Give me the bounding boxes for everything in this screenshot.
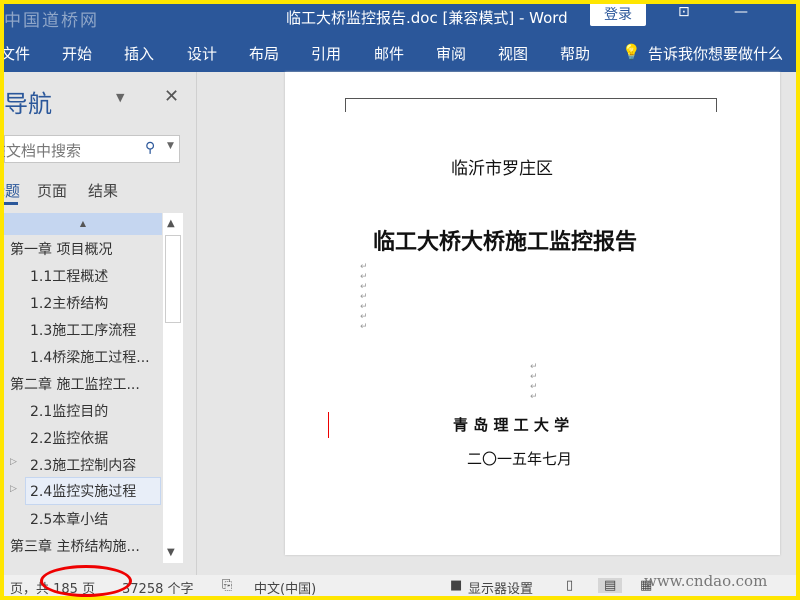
header-line — [345, 98, 717, 99]
document-page[interactable]: 临沂市罗庄区 临工大桥大桥施工监控报告 ↵ ↵ ↵ ↵ ↵ ↵ ↵ ↵ ↵ ↵ ↵ 青 岛 理 工… — [285, 72, 780, 555]
nav-search-input[interactable]: 在文档中搜索 ⚲ ▼ — [4, 135, 180, 163]
word-window: 中国道桥网 临工大桥监控报告.doc [兼容模式] - Word 登录 ⊡ — … — [4, 4, 796, 596]
word-count[interactable]: 37258 个字 — [122, 578, 194, 596]
display-settings-button[interactable]: 显示器设置 — [468, 578, 533, 596]
title-bar: 中国道桥网 临工大桥监控报告.doc [兼容模式] - Word 登录 ⊡ — — [4, 4, 796, 31]
tab-view[interactable]: 视图 — [498, 43, 528, 64]
print-layout-icon[interactable]: ▤ — [598, 578, 623, 593]
tab-headings[interactable]: 标题 — [4, 180, 20, 201]
tree-item[interactable]: 第二章 施工监控工... — [10, 374, 140, 394]
expand-arrow-icon[interactable]: ▷ — [10, 457, 17, 467]
tree-item-selected[interactable]: 2.4监控实施过程 — [25, 477, 161, 505]
tree-item[interactable]: 2.5本章小结 — [30, 509, 108, 529]
scroll-thumb[interactable] — [165, 235, 181, 323]
proofing-icon[interactable]: ⎘ — [222, 578, 232, 593]
tab-help[interactable]: 帮助 — [560, 43, 590, 64]
tab-design[interactable]: 设计 — [187, 43, 217, 64]
chevron-down-icon[interactable]: ▼ — [167, 141, 174, 151]
collapse-icon[interactable]: ▲ — [4, 213, 162, 235]
doc-organization: 青 岛 理 工 大 学 — [453, 416, 570, 434]
minimize-button[interactable]: — — [734, 4, 748, 20]
heading-tree: ▲ 第一章 项目概况 1.1工程概述 1.2主桥结构 1.3施工工序流程 1.4… — [4, 213, 162, 563]
highlight-circle — [40, 565, 132, 597]
tell-me-search[interactable]: 告诉我你想要做什么 — [648, 43, 783, 64]
doc-subtitle: 临沂市罗庄区 — [451, 159, 553, 179]
scroll-down-icon[interactable]: ▼ — [167, 547, 175, 558]
tab-insert[interactable]: 插入 — [124, 43, 154, 64]
nav-scrollbar[interactable]: ▲ ▼ — [163, 213, 183, 563]
tab-review[interactable]: 审阅 — [436, 43, 466, 64]
tab-home[interactable]: 开始 — [62, 43, 92, 64]
watermark-logo: 中国道桥网 — [4, 11, 99, 31]
doc-title: 临工大桥大桥施工监控报告 — [373, 230, 638, 255]
close-icon[interactable]: ✕ — [164, 86, 179, 107]
active-tab-indicator — [4, 202, 18, 205]
display-settings-icon[interactable]: ■ — [450, 578, 462, 593]
scroll-up-icon[interactable]: ▲ — [167, 218, 175, 229]
text-cursor — [328, 412, 329, 438]
ribbon-tabs: 文件 开始 插入 设计 布局 引用 邮件 审阅 视图 帮助 💡 告诉我你想要做什… — [4, 30, 796, 72]
doc-date: 二〇一五年七月 — [467, 450, 573, 468]
tab-pages[interactable]: 页面 — [37, 180, 67, 201]
ribbon-display-icon[interactable]: ⊡ — [678, 4, 690, 20]
login-button[interactable]: 登录 — [590, 4, 646, 26]
tree-item[interactable]: 第一章 项目概况 — [10, 239, 112, 259]
search-icon[interactable]: ⚲ — [145, 140, 155, 156]
window-title: 临工大桥监控报告.doc [兼容模式] - Word — [286, 9, 568, 27]
expand-arrow-icon[interactable]: ▷ — [10, 484, 17, 494]
tree-item[interactable]: 1.3施工工序流程 — [30, 320, 136, 340]
tree-item[interactable]: 1.4桥梁施工过程... — [30, 347, 150, 367]
tab-layout[interactable]: 布局 — [249, 43, 279, 64]
lightbulb-icon: 💡 — [622, 43, 641, 61]
chevron-down-icon[interactable]: ▼ — [116, 91, 124, 104]
tab-mailings[interactable]: 邮件 — [374, 43, 404, 64]
tree-item[interactable]: 第三章 主桥结构施... — [10, 536, 140, 556]
watermark-text: www.cndao.com — [644, 572, 768, 590]
read-mode-icon[interactable]: ▯ — [566, 578, 573, 593]
tab-file[interactable]: 文件 — [4, 43, 30, 64]
tree-item[interactable]: 2.3施工控制内容 — [30, 455, 136, 475]
search-placeholder: 在文档中搜索 — [4, 142, 82, 160]
tree-item[interactable]: 1.1工程概述 — [30, 266, 108, 286]
tree-item[interactable]: 2.2监控依据 — [30, 428, 108, 448]
tab-results[interactable]: 结果 — [88, 180, 118, 201]
tab-references[interactable]: 引用 — [311, 43, 341, 64]
navigation-pane: 导航 ▼ ✕ 在文档中搜索 ⚲ ▼ 标题 页面 结果 ▲ 第一章 项目概况 1.1工… — [4, 72, 197, 575]
tree-item[interactable]: 2.1监控目的 — [30, 401, 108, 421]
tree-item[interactable]: 1.2主桥结构 — [30, 293, 108, 313]
language-indicator[interactable]: 中文(中国) — [254, 578, 316, 596]
nav-title: 导航 — [4, 90, 52, 118]
